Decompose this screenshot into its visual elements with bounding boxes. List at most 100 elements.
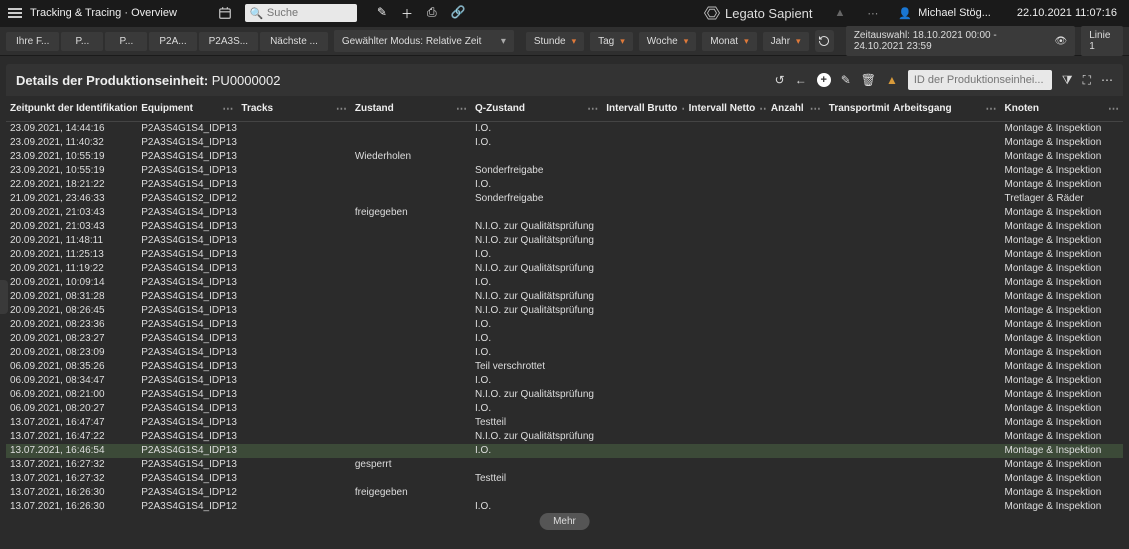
line-badge[interactable]: Linie 1 (1081, 26, 1123, 56)
load-more-button[interactable]: Mehr (539, 513, 590, 530)
cell-anz (767, 430, 825, 444)
cell-tracks (237, 458, 350, 472)
link-icon[interactable]: 🔗 (451, 5, 466, 22)
table-row[interactable]: 20.09.2021, 21:03:43P2A3S4G1S4_IDP13frei… (6, 206, 1123, 220)
time-pill-woche[interactable]: Woche▾ (639, 32, 696, 51)
table-row[interactable]: 06.09.2021, 08:21:00P2A3S4G1S4_IDP13N.I.… (6, 388, 1123, 402)
more-icon[interactable]: ⋯ (1101, 73, 1113, 87)
cell-in (685, 360, 767, 374)
table-row[interactable]: 23.09.2021, 10:55:19P2A3S4G1S4_IDP13Wied… (6, 150, 1123, 164)
filter-icon[interactable]: ⧩ (1062, 73, 1073, 88)
history-icon[interactable]: ↺ (775, 73, 785, 87)
cell-kn: Montage & Inspektion (1001, 220, 1123, 234)
hamburger-menu-icon[interactable] (8, 8, 22, 18)
delete-icon[interactable]: 🗑 (861, 73, 876, 87)
column-menu-icon[interactable]: ⋯ (986, 102, 997, 115)
alert-icon[interactable]: ▲ (835, 7, 846, 19)
cell-time: 13.07.2021, 16:26:30 (6, 500, 137, 514)
column-menu-icon[interactable]: ⋯ (810, 102, 821, 115)
table-row[interactable]: 22.09.2021, 18:21:22P2A3S4G1S4_IDP13I.O.… (6, 178, 1123, 192)
add-row-icon[interactable]: + (817, 73, 831, 87)
table-row[interactable]: 20.09.2021, 11:25:13P2A3S4G1S4_IDP13I.O.… (6, 248, 1123, 262)
col-header-equip[interactable]: Equipment⋯ (137, 96, 237, 122)
breadcrumb-item[interactable]: P2A... (149, 32, 196, 51)
breadcrumb-item[interactable]: P2A3S... (199, 32, 258, 51)
col-header-tracks[interactable]: Tracks⋯ (237, 96, 350, 122)
column-menu-icon[interactable]: ⋯ (456, 102, 467, 115)
global-search[interactable]: 🔍 (245, 4, 357, 22)
table-row[interactable]: 23.09.2021, 11:40:32P2A3S4G1S4_IDP13I.O.… (6, 136, 1123, 150)
table-row[interactable]: 20.09.2021, 10:09:14P2A3S4G1S4_IDP13I.O.… (6, 276, 1123, 290)
column-menu-icon[interactable]: ⋯ (222, 102, 233, 115)
add-icon[interactable]: ＋ (401, 5, 413, 22)
cell-kn: Montage & Inspektion (1001, 500, 1123, 514)
breadcrumb-item[interactable]: Ihre F... (6, 32, 59, 51)
col-header-state[interactable]: Zustand⋯ (351, 96, 471, 122)
table-row[interactable]: 13.07.2021, 16:47:22P2A3S4G1S4_IDP13N.I.… (6, 430, 1123, 444)
table-row[interactable]: 23.09.2021, 14:44:16P2A3S4G1S4_IDP13I.O.… (6, 122, 1123, 136)
table-row[interactable]: 20.09.2021, 08:23:27P2A3S4G1S4_IDP13I.O.… (6, 332, 1123, 346)
table-row[interactable]: 23.09.2021, 10:55:19P2A3S4G1S4_IDP13Sond… (6, 164, 1123, 178)
column-menu-icon[interactable]: ⋯ (1108, 102, 1119, 115)
table-row[interactable]: 21.09.2021, 23:46:33P2A3S4G1S2_IDP12Sond… (6, 192, 1123, 206)
table-row[interactable]: 20.09.2021, 08:26:45P2A3S4G1S4_IDP13N.I.… (6, 304, 1123, 318)
table-row[interactable]: 06.09.2021, 08:34:47P2A3S4G1S4_IDP13I.O.… (6, 374, 1123, 388)
cell-kn: Montage & Inspektion (1001, 136, 1123, 150)
mode-select[interactable]: Gewählter Modus: Relative Zeit▾ (334, 30, 514, 52)
table-row[interactable]: 20.09.2021, 11:48:11P2A3S4G1S4_IDP13N.I.… (6, 234, 1123, 248)
eye-icon: 👁 (1055, 36, 1068, 47)
cell-state: freigegeben (351, 206, 471, 220)
calendar-icon[interactable] (213, 4, 237, 22)
table-row[interactable]: 20.09.2021, 08:31:28P2A3S4G1S4_IDP13N.I.… (6, 290, 1123, 304)
table-row[interactable]: 06.09.2021, 08:20:27P2A3S4G1S4_IDP13I.O.… (6, 402, 1123, 416)
table-row[interactable]: 13.07.2021, 16:27:32P2A3S4G1S4_IDP13Test… (6, 472, 1123, 486)
back-icon[interactable]: ← (795, 73, 807, 87)
table-row[interactable]: 06.09.2021, 08:35:26P2A3S4G1S4_IDP13Teil… (6, 360, 1123, 374)
table-row[interactable]: 20.09.2021, 08:23:36P2A3S4G1S4_IDP13I.O.… (6, 318, 1123, 332)
time-pill-stunde[interactable]: Stunde▾ (526, 32, 584, 51)
table-row[interactable]: 13.07.2021, 16:26:30P2A3S4G1S4_IDP12frei… (6, 486, 1123, 500)
cell-tm (825, 122, 890, 136)
col-header-anz[interactable]: Anzahl⋯ (767, 96, 825, 122)
edit-icon[interactable]: ✎ (377, 5, 387, 22)
table-row[interactable]: 20.09.2021, 11:19:22P2A3S4G1S4_IDP13N.I.… (6, 262, 1123, 276)
col-header-qstate[interactable]: Q-Zustand⋯ (471, 96, 602, 122)
column-menu-icon[interactable]: ⋯ (759, 102, 767, 115)
time-pill-tag[interactable]: Tag▾ (590, 32, 633, 51)
time-pill-jahr[interactable]: Jahr▾ (763, 32, 809, 51)
dropdown-icon[interactable]: ⋯ (867, 7, 878, 20)
table-row[interactable]: 13.07.2021, 16:47:47P2A3S4G1S4_IDP13Test… (6, 416, 1123, 430)
cell-time: 20.09.2021, 21:03:43 (6, 220, 137, 234)
cell-time: 20.09.2021, 08:23:27 (6, 332, 137, 346)
column-menu-icon[interactable]: ⋯ (587, 102, 598, 115)
time-pill-monat[interactable]: Monat▾ (702, 32, 756, 51)
cell-time: 20.09.2021, 08:23:09 (6, 346, 137, 360)
cell-time: 23.09.2021, 10:55:19 (6, 150, 137, 164)
col-header-ag[interactable]: Arbeitsgang⋯ (889, 96, 1000, 122)
breadcrumb-item[interactable]: Nächste ... (260, 32, 328, 51)
table-row[interactable]: 13.07.2021, 16:26:30P2A3S4G1S4_IDP12I.O.… (6, 500, 1123, 514)
cell-equip: P2A3S4G1S4_IDP13 (137, 332, 237, 346)
col-header-kn[interactable]: Knoten⋯ (1001, 96, 1123, 122)
col-header-time[interactable]: Zeitpunkt der Identifikation...⋯ (6, 96, 137, 122)
warning-icon[interactable]: ▲ (886, 73, 898, 87)
breadcrumb-item[interactable]: P... (105, 32, 147, 51)
column-menu-icon[interactable]: ⋯ (336, 102, 347, 115)
expand-icon[interactable]: ⛶ (1083, 73, 1091, 88)
col-header-in[interactable]: Intervall Netto⋯ (685, 96, 767, 122)
table-row[interactable]: 13.07.2021, 16:27:32P2A3S4G1S4_IDP13gesp… (6, 458, 1123, 472)
col-header-ib[interactable]: Intervall Brutto⋯ (602, 96, 684, 122)
timerange[interactable]: Zeitauswahl: 18.10.2021 00:00 - 24.10.20… (846, 26, 1075, 56)
edit-panel-icon[interactable]: ✎ (841, 73, 851, 87)
refresh-button[interactable] (815, 30, 834, 52)
user-menu[interactable]: 👤 Michael Stög... (898, 7, 990, 20)
table-row[interactable]: 20.09.2021, 21:03:43P2A3S4G1S4_IDP13N.I.… (6, 220, 1123, 234)
cell-in (685, 220, 767, 234)
table-row[interactable]: 13.07.2021, 16:46:54P2A3S4G1S4_IDP13I.O.… (6, 444, 1123, 458)
side-drawer-handle[interactable] (0, 280, 8, 314)
pu-id-search-input[interactable] (908, 70, 1052, 90)
table-row[interactable]: 20.09.2021, 08:23:09P2A3S4G1S4_IDP13I.O.… (6, 346, 1123, 360)
print-icon[interactable]: ⎙ (427, 5, 437, 22)
breadcrumb-item[interactable]: P... (61, 32, 103, 51)
col-header-tm[interactable]: Transportmitte (825, 96, 890, 122)
